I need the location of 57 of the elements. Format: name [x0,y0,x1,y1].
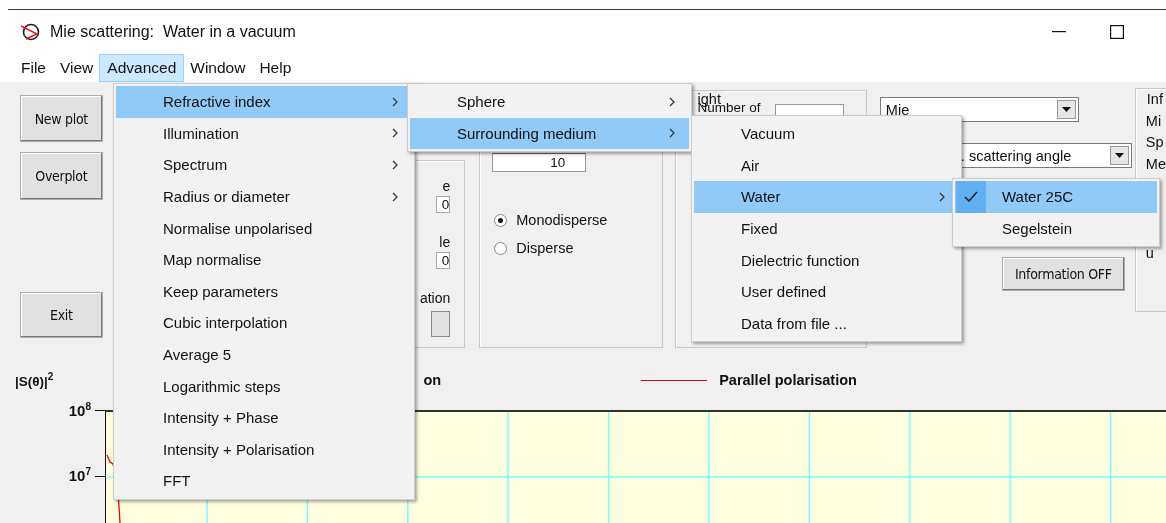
app-icon [20,22,42,42]
new-plot-button[interactable]: New plot [20,95,103,142]
info-text: u [1145,244,1155,263]
menu-item[interactable]: Map normalise [116,243,412,276]
legend-line [641,379,708,381]
menu-item[interactable]: Logarithmic steps [116,370,412,402]
minimize-icon[interactable] [1052,31,1066,33]
menu-item[interactable]: Data from file ... [694,307,959,340]
menu-item[interactable]: Normalise unpolarised [116,212,412,244]
radio-label: Disperse [516,240,574,256]
info-text: Sp [1145,133,1165,152]
window-title: Mie scattering: Water in a vacuum [50,23,297,41]
caret-icon [1114,153,1124,158]
info-text: Mi [1145,111,1163,131]
input-field[interactable]: 10 [492,153,587,172]
menu-item[interactable]: Surrounding medium [410,117,689,150]
y-axis-label: |S(θ)|$^{2}$ [15,371,54,389]
caret-icon [1061,107,1071,112]
radio-label: Monodisperse [516,212,608,228]
menu-bar-item[interactable]: Help [251,54,300,82]
menu-item[interactable]: Average 5 [116,338,412,371]
input-field[interactable]: 0 [436,196,451,213]
input-field[interactable]: 0 [436,252,451,269]
field-label: le [439,233,451,251]
checkmark-icon [964,191,978,203]
menu-bar-item[interactable]: Advanced [99,54,185,82]
y-tick-label: 10$^{8}$ [68,401,91,419]
legend-label: on [423,372,442,388]
menu-item[interactable]: Cubic interpolation [116,307,412,339]
menu-item[interactable]: Segelstein [955,212,1157,245]
menu-item[interactable]: User defined [694,275,959,308]
menu-item[interactable]: Dielectric function [694,244,959,276]
menu-item[interactable]: Intensity + Polarisation [116,433,412,466]
field-label: e [442,177,451,195]
menu-item[interactable]: FFT [116,465,412,497]
menu-bar-item[interactable]: Window [182,54,254,82]
menu-item[interactable]: Radius or diameter [116,180,412,213]
dropdown-arrow-button[interactable] [1056,100,1076,119]
menu-item[interactable]: Keep parameters [116,275,412,308]
radio-button[interactable] [494,213,508,227]
field-label: ation [419,289,451,307]
menu-bar-item[interactable]: View [52,54,102,82]
exit-button[interactable]: Exit [20,292,103,338]
maximize-icon[interactable] [1110,25,1124,39]
menu-bar-item[interactable]: File [13,54,54,82]
legend-label: Parallel polarisation [719,372,857,388]
small-button[interactable] [431,311,451,337]
menu-item[interactable]: Sphere [410,86,689,118]
radio-button[interactable] [494,241,508,255]
menu-item[interactable]: Intensity + Phase [116,401,412,434]
overplot-button[interactable]: Overplot [20,152,103,200]
info-text: Me [1145,154,1166,174]
menu-item[interactable]: Spectrum [116,149,412,181]
y-tick-label: 10$^{7}$ [68,466,91,484]
menu-item[interactable]: Water 25C [955,181,1157,213]
dropdown-arrow-button[interactable] [1109,146,1129,165]
information-button[interactable]: Information OFF [1001,257,1125,291]
